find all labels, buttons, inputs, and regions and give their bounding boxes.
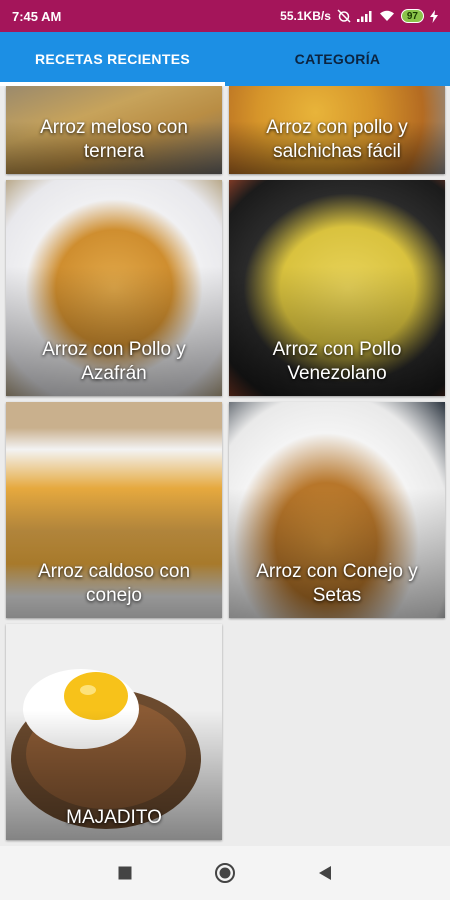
- recipe-card[interactable]: Arroz con Conejo y Setas: [229, 402, 445, 618]
- tab-bar: RECETAS RECIENTES CATEGORÍA: [0, 32, 450, 86]
- recipe-card[interactable]: Arroz con Pollo Venezolano: [229, 180, 445, 396]
- battery-level: 97: [400, 9, 424, 23]
- recipe-title: Arroz con Conejo y Setas: [256, 561, 418, 606]
- alarm-off-icon: [337, 9, 351, 23]
- triangle-back-icon: [319, 866, 331, 880]
- recipe-title: Arroz con pollo y salchichas fácil: [266, 117, 408, 162]
- tab-recetas-recientes[interactable]: RECETAS RECIENTES: [0, 32, 225, 86]
- back-button[interactable]: [310, 858, 340, 888]
- recipe-title: Arroz caldoso con conejo: [37, 561, 191, 606]
- recipe-card[interactable]: Arroz con pollo y salchichas fácil: [229, 86, 445, 174]
- recipe-card[interactable]: Arroz meloso con ternera: [6, 86, 222, 174]
- system-nav-bar: [0, 846, 450, 900]
- square-recents-icon: [118, 866, 132, 880]
- wifi-icon: [379, 10, 394, 21]
- tab-categoria[interactable]: CATEGORÍA: [225, 32, 450, 86]
- status-icons: 55.1KB/s 97: [280, 9, 438, 23]
- recipe-grid: Arroz meloso con ternera Arroz con pollo…: [0, 86, 450, 846]
- circle-home-icon: [215, 863, 235, 883]
- recipe-card[interactable]: MAJADITO: [6, 624, 222, 840]
- tab-label: RECETAS RECIENTES: [35, 51, 190, 67]
- recipe-title: MAJADITO: [66, 807, 162, 828]
- recipe-card[interactable]: Arroz caldoso con conejo: [6, 402, 222, 618]
- status-bar: 7:45 AM 55.1KB/s 97: [0, 0, 450, 32]
- tab-label: CATEGORÍA: [294, 51, 381, 67]
- status-time: 7:45 AM: [12, 8, 62, 24]
- network-speed: 55.1KB/s: [280, 9, 331, 23]
- recipe-title: Arroz con Pollo Venezolano: [272, 339, 402, 384]
- home-button[interactable]: [210, 858, 240, 888]
- signal-icon: [356, 11, 372, 22]
- recipe-title: Arroz meloso con ternera: [40, 117, 188, 162]
- recipe-title: Arroz con Pollo y Azafrán: [42, 339, 186, 384]
- recents-button[interactable]: [110, 858, 140, 888]
- recipe-card[interactable]: Arroz con Pollo y Azafrán: [6, 180, 222, 396]
- charging-icon: [430, 9, 438, 23]
